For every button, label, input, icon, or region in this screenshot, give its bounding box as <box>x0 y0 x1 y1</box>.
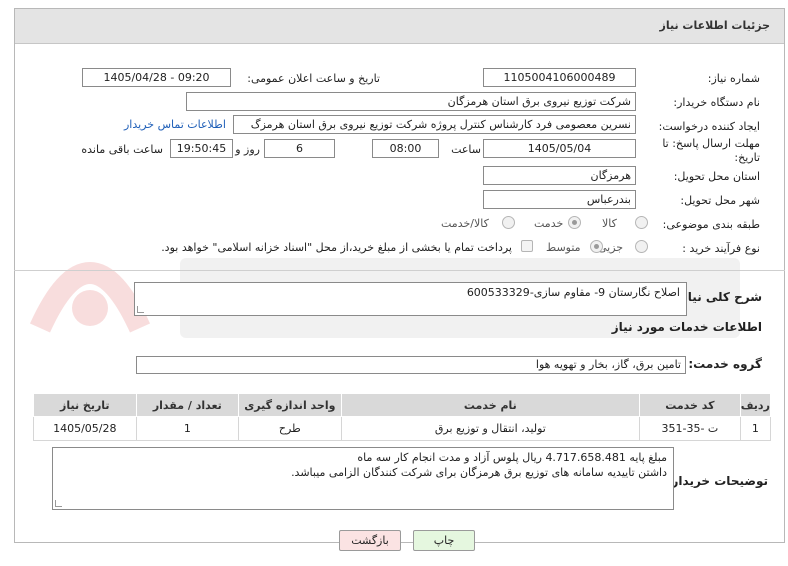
back-button[interactable]: بازگشت <box>339 530 401 551</box>
days-field: 6 <box>264 139 335 158</box>
col-row: ردیف <box>739 393 772 417</box>
services-header: اطلاعات خدمات مورد نیاز <box>611 320 762 334</box>
announce-label: تاریخ و ساعت اعلان عمومی: <box>247 72 380 85</box>
category-option-khedmat: خدمت <box>534 217 564 230</box>
radio-jozei[interactable] <box>635 240 648 253</box>
cell-qty: 1 <box>135 416 240 441</box>
treasury-payment-checkbox[interactable] <box>521 240 533 252</box>
summary-textarea[interactable]: اصلاح نگارستان 9- مقاوم سازی-600533329 <box>134 282 687 316</box>
col-code: کد خدمت <box>639 393 741 417</box>
radio-kala-khedmat[interactable] <box>502 216 515 229</box>
cell-name: تولید، انتقال و توزیع برق <box>340 416 641 441</box>
resize-grip[interactable] <box>137 306 144 313</box>
city-field: بندرعباس <box>483 190 636 209</box>
province-field: هرمزگان <box>483 166 636 185</box>
province-label: استان محل تحویل: <box>673 170 760 183</box>
col-date: تاریخ نیاز <box>33 393 137 417</box>
time-label: ساعت <box>451 143 481 156</box>
col-unit: واحد اندازه گیری <box>238 393 342 417</box>
summary-text: اصلاح نگارستان 9- مقاوم سازی-600533329 <box>466 286 680 299</box>
category-label: طبقه بندی موضوعی: <box>662 218 760 231</box>
remaining-field: 19:50:45 <box>170 139 233 158</box>
buyer-field: شرکت توزیع نیروی برق استان هرمزگان <box>186 92 636 111</box>
radio-khedmat[interactable] <box>568 216 581 229</box>
col-name: نام خدمت <box>340 393 641 417</box>
resize-grip[interactable] <box>55 500 62 507</box>
buyer-notes-textarea[interactable]: مبلغ پایه 4.717.658.481 ریال پلوس آزاد و… <box>52 447 674 510</box>
cell-code: ت -35-351 <box>639 416 741 441</box>
buyer-label: نام دستگاه خریدار: <box>673 96 760 109</box>
payment-note: پرداخت تمام یا بخشی از مبلغ خرید،از محل … <box>161 241 512 254</box>
service-group-field: تامین برق، گاز، بخار و تهویه هوا <box>136 356 686 374</box>
process-option-motavaset: متوسط <box>546 241 581 254</box>
divider <box>14 270 785 271</box>
category-option-kala-khedmat: کالا/خدمت <box>441 217 489 230</box>
days-label: روز و <box>235 143 260 156</box>
services-table: ردیف کد خدمت نام خدمت واحد اندازه گیری ت… <box>33 393 772 441</box>
deadline-time-field: 08:00 <box>372 139 439 158</box>
col-qty: تعداد / مقدار <box>135 393 240 417</box>
creator-label: ایجاد کننده درخواست: <box>658 120 760 133</box>
service-group-label: گروه خدمت: <box>688 357 762 371</box>
radio-kala[interactable] <box>635 216 648 229</box>
cell-unit: طرح <box>238 416 342 441</box>
contact-buyer-link[interactable]: اطلاعات تماس خریدار <box>124 118 226 131</box>
creator-field: نسرین معصومی فرد کارشناس کنترل پروژه شرک… <box>233 115 636 134</box>
table-header-row: ردیف کد خدمت نام خدمت واحد اندازه گیری ت… <box>33 393 772 417</box>
panel-title-bar: جزئیات اطلاعات نیاز <box>15 9 784 44</box>
buyer-notes-label: توضیحات خریدار: <box>666 474 768 488</box>
radio-motavaset[interactable] <box>590 240 603 253</box>
cell-row: 1 <box>739 416 772 441</box>
category-option-kala: کالا <box>602 217 617 230</box>
table-row: 1 ت -35-351 تولید، انتقال و توزیع برق طر… <box>33 416 772 441</box>
print-button[interactable]: چاپ <box>413 530 475 551</box>
need-number-label: شماره نیاز: <box>707 72 760 85</box>
process-label: نوع فرآیند خرید : <box>682 242 760 255</box>
deadline-date-field: 1405/05/04 <box>483 139 636 158</box>
remaining-label: ساعت باقی مانده <box>81 143 163 156</box>
city-label: شهر محل تحویل: <box>680 194 760 207</box>
panel-title: جزئیات اطلاعات نیاز <box>659 19 771 32</box>
announce-field: 1405/04/28 - 09:20 <box>82 68 231 87</box>
need-number-field: 1105004106000489 <box>483 68 636 87</box>
buyer-notes-line-1: مبلغ پایه 4.717.658.481 ریال پلوس آزاد و… <box>357 451 667 464</box>
cell-date: 1405/05/28 <box>33 416 137 441</box>
buyer-notes-line-2: داشتن تاییدیه سامانه های توزیع برق هرمزگ… <box>291 466 667 479</box>
deadline-label: مهلت ارسال پاسخ: تا تاریخ: <box>662 137 760 164</box>
summary-label: شرح کلی نیاز: <box>676 290 762 304</box>
